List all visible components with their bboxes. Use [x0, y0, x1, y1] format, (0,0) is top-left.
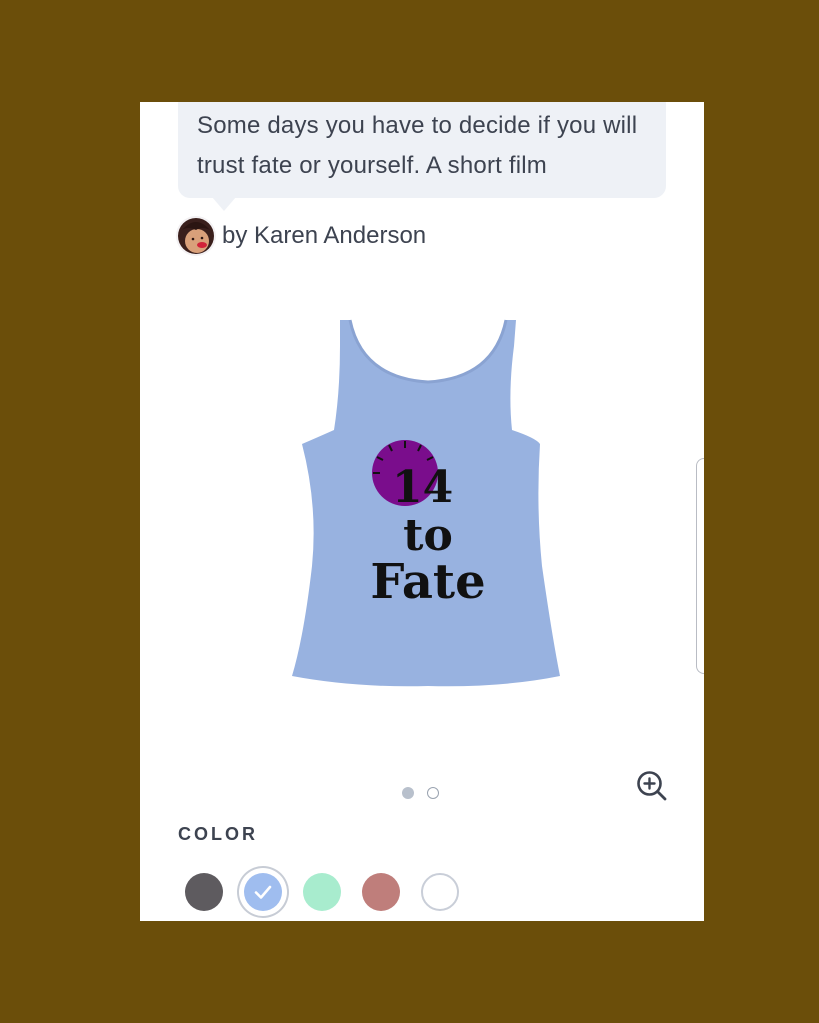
product-image[interactable]: 14 to Fate	[290, 316, 566, 692]
print-line-1: 14	[392, 462, 454, 513]
campaign-description: Some days you have to decide if you will…	[197, 112, 638, 179]
zoom-in-icon[interactable]	[636, 770, 668, 802]
author-name[interactable]: by Karen Anderson	[222, 222, 426, 250]
checkmark-icon	[254, 885, 272, 899]
gallery-dot-1[interactable]	[402, 787, 414, 799]
gallery-dot-2[interactable]	[427, 787, 439, 799]
color-swatch-mint[interactable]	[303, 873, 341, 911]
gallery-pagination	[402, 787, 439, 799]
color-section-label: COLOR	[178, 824, 258, 844]
bubble-tail	[212, 197, 236, 211]
color-swatch-white[interactable]	[421, 873, 459, 911]
color-swatch-charcoal[interactable]	[185, 873, 223, 911]
side-drawer-handle[interactable]	[696, 458, 704, 674]
color-swatch-list	[185, 873, 480, 911]
print-line-3: Fate	[370, 554, 486, 610]
author-row[interactable]: by Karen Anderson	[176, 216, 426, 256]
product-page: Some days you have to decide if you will…	[140, 102, 704, 921]
author-avatar[interactable]	[176, 216, 216, 256]
color-swatch-blue[interactable]	[244, 873, 282, 911]
color-swatch-rose[interactable]	[362, 873, 400, 911]
campaign-description-bubble: Some days you have to decide if you will…	[178, 102, 666, 198]
